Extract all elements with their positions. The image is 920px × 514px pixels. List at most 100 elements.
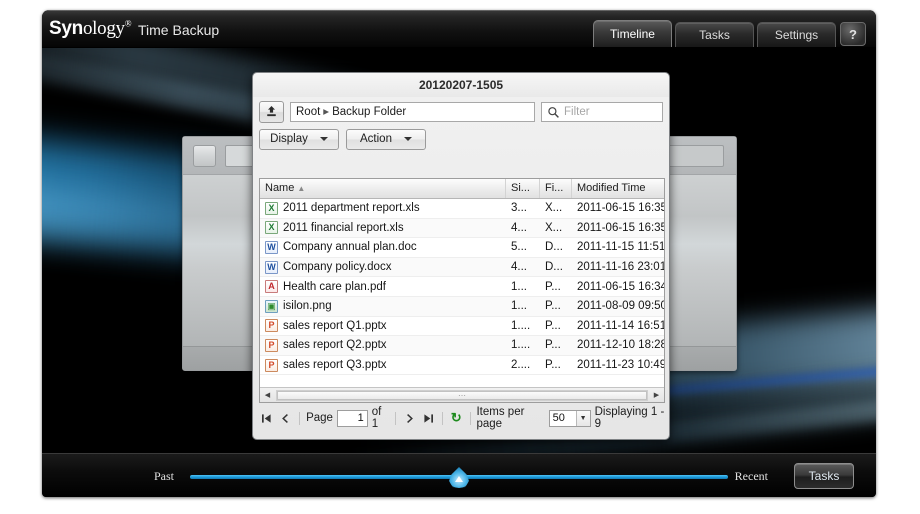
- grid-header-row: Name ▲ Si... Fi... Modified Time: [260, 179, 664, 199]
- tab-settings[interactable]: Settings: [757, 22, 836, 47]
- column-header-filetype[interactable]: Fi...: [540, 179, 572, 198]
- refresh-icon: ↻: [450, 410, 462, 425]
- filter-input[interactable]: Filter: [541, 101, 663, 122]
- refresh-button[interactable]: ↻: [449, 410, 464, 426]
- chevron-left-icon: [282, 413, 289, 423]
- ppt-file-icon: [265, 338, 278, 352]
- scrollbar-track[interactable]: ⋯: [276, 389, 648, 401]
- synology-logo: Synology®: [49, 18, 132, 40]
- pdf-file-icon: [265, 280, 278, 294]
- scrollbar-thumb[interactable]: ⋯: [277, 390, 647, 400]
- table-row[interactable]: Health care plan.pdf 1... P... 2011-06-15 1…: [260, 277, 664, 297]
- logo-trademark-mark: ®: [124, 18, 132, 29]
- path-folder: Backup Folder: [332, 105, 407, 118]
- file-name-label: isilon.png: [283, 300, 332, 313]
- path-field[interactable]: Root ▸ Backup Folder: [290, 101, 535, 122]
- file-type-cell: X...: [545, 202, 563, 215]
- file-modified-cell: 2011-06-15 16:35:...: [577, 221, 664, 234]
- horizontal-scrollbar[interactable]: ◀ ⋯ ▶: [260, 387, 664, 402]
- background-up-level-icon[interactable]: [193, 145, 216, 167]
- file-modified-cell: 2011-06-15 16:35:...: [577, 202, 664, 215]
- table-row[interactable]: sales report Q2.pptx 1.... P... 2011-12-10 …: [260, 336, 664, 356]
- timeline-bar: Past Recent Tasks: [42, 453, 876, 497]
- ppt-file-icon: [265, 319, 278, 333]
- logo-bold-text: Syn: [49, 18, 83, 39]
- file-name-cell: sales report Q3.pptx: [260, 358, 506, 372]
- search-icon: [548, 106, 559, 118]
- page-total-label: of 1: [371, 406, 382, 430]
- scroll-right-icon[interactable]: ▶: [649, 389, 664, 402]
- up-level-icon[interactable]: [259, 100, 284, 123]
- chevron-right-icon: [406, 413, 413, 423]
- column-header-size[interactable]: Si...: [506, 179, 540, 198]
- help-icon-glyph: ?: [849, 26, 857, 42]
- page-label: Page: [306, 412, 333, 424]
- table-row[interactable]: Company policy.docx 4... D... 2011-11-16 23…: [260, 257, 664, 278]
- timeline-slider-handle[interactable]: [449, 467, 469, 488]
- first-page-button[interactable]: [259, 409, 274, 427]
- pagination-toolbar: Page 1 of 1 ↻ Items per page 50 ▼ Displa…: [259, 406, 665, 430]
- table-row[interactable]: isilon.png 1... P... 2011-08-09 09:50:...: [260, 296, 664, 317]
- tab-tasks-label: Tasks: [699, 28, 730, 42]
- table-row[interactable]: Company annual plan.doc 5... D... 2011-11-1…: [260, 238, 664, 258]
- scroll-left-icon[interactable]: ◀: [260, 389, 275, 402]
- file-size-cell: 2....: [511, 359, 531, 372]
- tab-timeline[interactable]: Timeline: [593, 20, 672, 47]
- file-type-cell: D...: [545, 241, 563, 254]
- application-window: Synology® Time Backup Timeline Tasks Set…: [42, 10, 876, 497]
- up-level-icon-glyph: [267, 106, 276, 117]
- action-menu-button[interactable]: Action: [346, 128, 426, 150]
- pager-divider: [299, 411, 301, 425]
- file-size-cell: 4...: [511, 261, 527, 274]
- table-row[interactable]: 2011 financial report.xls 4... X... 2011-06…: [260, 218, 664, 239]
- file-type-cell: P...: [545, 319, 561, 332]
- file-modified-cell: 2011-08-09 09:50:...: [577, 300, 664, 313]
- column-header-name[interactable]: Name ▲: [260, 179, 506, 198]
- file-modified-cell: 2011-11-14 16:51:...: [577, 319, 664, 332]
- tasks-button[interactable]: Tasks: [794, 463, 854, 489]
- previous-page-button[interactable]: [278, 409, 293, 427]
- file-type-cell: X...: [545, 221, 563, 234]
- file-size-cell: 1....: [511, 319, 531, 332]
- column-header-name-label: Name: [265, 182, 295, 194]
- logo-light-text: ology: [82, 18, 125, 39]
- table-row[interactable]: sales report Q3.pptx 2.... P... 2011-11-23 …: [260, 356, 664, 376]
- ppt-file-icon: [265, 358, 278, 372]
- column-header-modified-time[interactable]: Modified Time: [572, 179, 664, 198]
- last-page-button[interactable]: [421, 409, 436, 427]
- tab-tasks[interactable]: Tasks: [675, 22, 754, 47]
- file-modified-cell: 2011-11-16 23:01:...: [577, 261, 664, 274]
- timeline-slider[interactable]: [190, 467, 728, 488]
- file-size-cell: 5...: [511, 241, 527, 254]
- doc-file-icon: [265, 260, 278, 274]
- path-separator-icon: ▸: [323, 105, 330, 118]
- xls-file-icon: [265, 201, 278, 215]
- next-page-button[interactable]: [402, 409, 417, 427]
- table-row[interactable]: sales report Q1.pptx 1.... P... 2011-11-14 …: [260, 317, 664, 337]
- file-size-cell: 3...: [511, 202, 527, 215]
- path-root: Root: [296, 105, 321, 118]
- grid-body: 2011 department report.xls 3... X... 2011-0…: [260, 199, 664, 383]
- help-icon[interactable]: ?: [840, 22, 866, 46]
- file-type-cell: P...: [545, 339, 561, 352]
- file-name-label: sales report Q1.pptx: [283, 319, 387, 332]
- file-grid: Name▲ Si... Fi... Modified Time 2011 dep…: [259, 178, 665, 403]
- tab-settings-label: Settings: [774, 28, 819, 42]
- desktop-canvas: 20120207-1505 Root ▸ Backup Folder Filte…: [42, 48, 876, 453]
- page-number-input[interactable]: 1: [336, 409, 368, 427]
- displaying-status: Displaying 1 - 9: [594, 406, 665, 430]
- file-name-label: Company annual plan.doc: [283, 241, 417, 254]
- sort-ascending-icon: ▲: [297, 184, 306, 193]
- file-name-label: 2011 financial report.xls: [283, 221, 404, 234]
- first-page-icon: [262, 413, 271, 423]
- items-per-page-select[interactable]: 50 ▼: [548, 409, 591, 427]
- items-per-page-value: 50: [552, 411, 565, 424]
- pager-divider: [441, 411, 443, 425]
- file-type-cell: P...: [545, 359, 561, 372]
- pager-divider: [469, 411, 471, 425]
- filter-placeholder: Filter: [564, 105, 590, 118]
- file-name-cell: 2011 department report.xls: [260, 201, 506, 215]
- file-browser-dialog: 20120207-1505 Root ▸ Backup Folder Filte…: [252, 72, 670, 440]
- display-menu-button[interactable]: Display: [259, 128, 339, 150]
- table-row[interactable]: 2011 department report.xls 3... X... 2011-0…: [260, 199, 664, 219]
